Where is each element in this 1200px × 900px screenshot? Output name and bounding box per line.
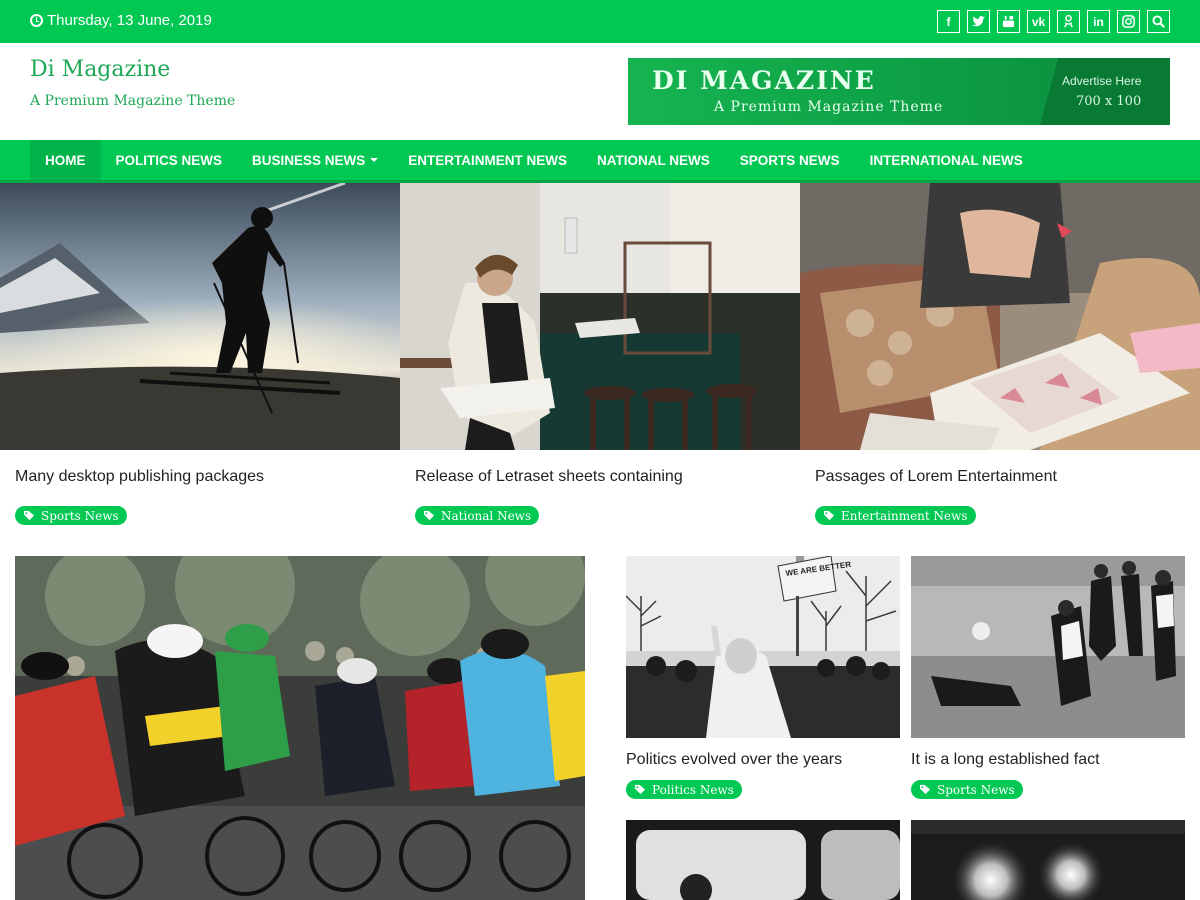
category-tag-label: Entertainment News (841, 508, 968, 523)
nav-label: SPORTS NEWS (739, 152, 840, 168)
slide-title[interactable]: Passages of Lorem Entertainment (815, 468, 1057, 486)
category-tag[interactable]: Sports News (15, 506, 127, 525)
ad-size-label: 700 x 100 (1076, 94, 1142, 109)
clock-icon (30, 14, 43, 27)
site-header: Di Magazine A Premium Magazine Theme Di … (0, 43, 1200, 140)
category-tag[interactable]: National News (415, 506, 540, 525)
search-icon[interactable] (1147, 10, 1170, 33)
caret-down-icon (370, 158, 379, 162)
slide-image-skier[interactable] (0, 183, 400, 450)
social-links: f vk in (937, 10, 1170, 33)
card-image-protest[interactable]: WE ARE BETTER (626, 556, 900, 738)
odnoklassniki-icon[interactable] (1057, 10, 1080, 33)
ad-advertise-label: Advertise Here (1062, 74, 1142, 88)
nav-label: BUSINESS NEWS (252, 152, 366, 168)
slide-title[interactable]: Release of Letraset sheets containing (415, 468, 683, 486)
card-image-stage[interactable] (911, 820, 1185, 900)
nav-label: ENTERTAINMENT NEWS (408, 152, 568, 168)
category-tag[interactable]: Entertainment News (815, 506, 976, 525)
advertisement-banner[interactable]: Di Magazine A Premium Magazine Theme Adv… (628, 58, 1170, 125)
site-tagline: A Premium Magazine Theme (30, 93, 236, 109)
card-image-train[interactable] (626, 820, 900, 900)
nav-label: POLITICS NEWS (115, 152, 223, 168)
ad-size-panel (1040, 58, 1170, 125)
tags-icon (424, 510, 435, 521)
top-bar: Thursday, 13 June, 2019 f vk in (0, 0, 1200, 43)
current-date: Thursday, 13 June, 2019 (30, 12, 212, 29)
card-title[interactable]: It is a long established fact (911, 751, 1100, 769)
vk-icon[interactable]: vk (1027, 10, 1050, 33)
category-tag[interactable]: Sports News (911, 780, 1023, 799)
tags-icon (24, 510, 35, 521)
category-tag-label: Politics News (652, 782, 734, 797)
card-image-rugby[interactable] (911, 556, 1185, 738)
category-tag-label: Sports News (937, 782, 1015, 797)
slide-image-reader[interactable] (400, 183, 800, 450)
twitter-icon[interactable] (967, 10, 990, 33)
tags-icon (635, 784, 646, 795)
nav-label: NATIONAL NEWS (597, 152, 710, 168)
ad-title: Di Magazine (652, 66, 876, 95)
ad-subtitle: A Premium Magazine Theme (714, 99, 944, 115)
card-title[interactable]: Politics evolved over the years (626, 751, 842, 769)
nav-label: HOME (45, 152, 86, 168)
nav-item-business-news[interactable]: BUSINESS NEWS (237, 140, 393, 180)
nav-item-home[interactable]: HOME (30, 140, 101, 180)
tags-icon (824, 510, 835, 521)
nav-item-entertainment-news[interactable]: ENTERTAINMENT NEWS (393, 140, 582, 180)
slide-title[interactable]: Many desktop publishing packages (15, 468, 264, 486)
nav-item-sports-news[interactable]: SPORTS NEWS (725, 140, 855, 180)
youtube-icon[interactable] (997, 10, 1020, 33)
linkedin-icon[interactable]: in (1087, 10, 1110, 33)
nav-label: INTERNATIONAL NEWS (869, 152, 1023, 168)
site-title[interactable]: Di Magazine (30, 57, 170, 82)
category-tag-label: National News (441, 508, 532, 523)
nav-item-international-news[interactable]: INTERNATIONAL NEWS (855, 140, 1038, 180)
tags-icon (920, 784, 931, 795)
date-text: Thursday, 13 June, 2019 (47, 12, 212, 29)
category-tag-label: Sports News (41, 508, 119, 523)
nav-item-national-news[interactable]: NATIONAL NEWS (582, 140, 725, 180)
facebook-icon[interactable]: f (937, 10, 960, 33)
nav-item-politics-news[interactable]: POLITICS NEWS (101, 140, 238, 180)
instagram-icon[interactable] (1117, 10, 1140, 33)
featured-image-cyclists[interactable] (15, 556, 585, 900)
main-navigation: HOME POLITICS NEWS BUSINESS NEWS ENTERTA… (0, 140, 1200, 183)
category-tag[interactable]: Politics News (626, 780, 742, 799)
slide-image-crafts[interactable] (800, 183, 1200, 450)
